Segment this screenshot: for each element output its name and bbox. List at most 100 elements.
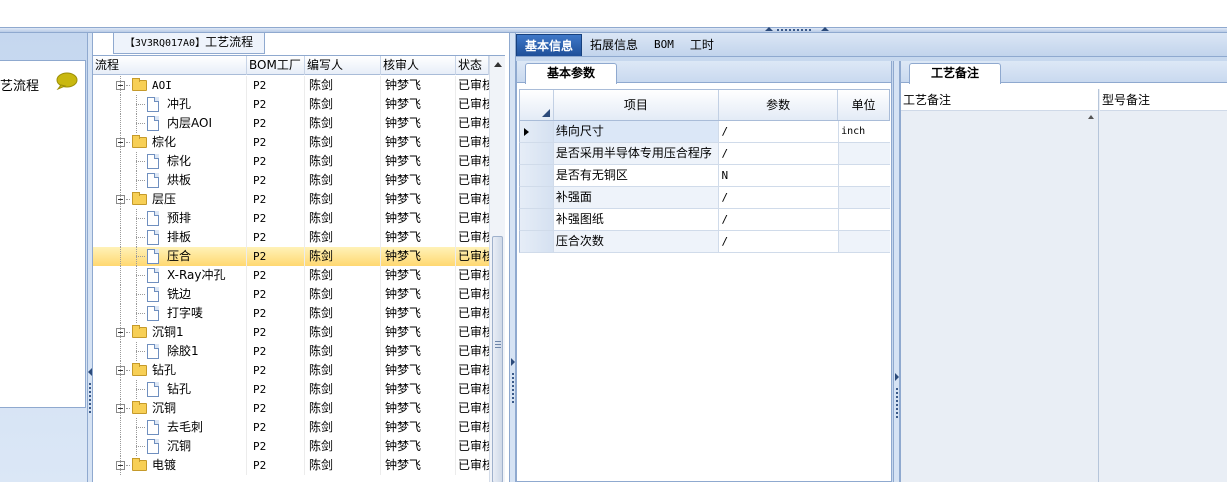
tree-node-label: X-Ray冲孔 — [167, 268, 226, 282]
tree-cell-status: 已审核 — [458, 401, 489, 415]
tree-cell-flow: 沉铜 — [93, 399, 247, 418]
collapse-right-icon[interactable] — [895, 373, 899, 381]
tree-node-label: 沉铜 — [167, 439, 192, 453]
process-tree-tab[interactable]: 【3V3RQ017A0】工艺流程 — [113, 33, 265, 54]
row-header[interactable] — [520, 121, 554, 142]
process-remark-scrollbar[interactable] — [1086, 111, 1098, 482]
row-header[interactable] — [520, 187, 554, 208]
tree-row[interactable]: 层压 P2 陈剑 钟梦飞 已审核 — [93, 190, 489, 209]
tree-row[interactable]: 排板 P2 陈剑 钟梦飞 已审核 — [93, 228, 489, 247]
process-remark-column[interactable]: 工艺备注 — [901, 89, 1099, 482]
tree-cell-status: 已审核 — [458, 287, 489, 301]
grip-dots-icon — [89, 383, 91, 413]
tree-row[interactable]: X-Ray冲孔 P2 陈剑 钟梦飞 已审核 — [93, 266, 489, 285]
tree-row[interactable]: 沉铜 P2 陈剑 钟梦飞 已审核 — [93, 399, 489, 418]
param-value-cell[interactable]: / — [719, 121, 840, 142]
tree-row[interactable]: 棕化 P2 陈剑 钟梦飞 已审核 — [93, 152, 489, 171]
collapse-up-icon[interactable] — [765, 27, 773, 31]
process-grid-scrollbar[interactable] — [489, 56, 505, 482]
column-header-reviewer[interactable]: 核审人 — [381, 56, 456, 75]
tree-cell-writer: 陈剑 — [305, 95, 381, 114]
tree-cell-bom-factory: P2 — [247, 228, 305, 247]
tree-connector — [120, 304, 121, 323]
tree-node-label: 烘板 — [167, 173, 192, 187]
left-nav-card[interactable]: 艺流程 — [0, 60, 86, 408]
param-value-cell[interactable]: / — [719, 143, 840, 164]
row-header[interactable] — [520, 231, 554, 252]
param-unit-cell[interactable] — [839, 187, 890, 208]
tab-extended-info[interactable]: 拓展信息 — [582, 34, 646, 56]
tree-row[interactable]: 钻孔 P2 陈剑 钟梦飞 已审核 — [93, 361, 489, 380]
param-row[interactable]: 是否有无铜区 N — [519, 165, 890, 187]
tab-work-hours[interactable]: 工时 — [682, 34, 722, 56]
param-row[interactable]: 补强图纸 / — [519, 209, 890, 231]
scroll-up-icon[interactable] — [1088, 115, 1094, 119]
param-value-cell[interactable]: / — [719, 209, 840, 230]
tab-basic-info[interactable]: 基本信息 — [516, 34, 583, 56]
column-header-item[interactable]: 项目 — [554, 90, 719, 120]
column-header-writer[interactable]: 编写人 — [305, 56, 381, 75]
tree-row[interactable]: 冲孔 P2 陈剑 钟梦飞 已审核 — [93, 95, 489, 114]
scroll-thumb[interactable] — [492, 236, 503, 482]
tree-row[interactable]: 电镀 P2 陈剑 钟梦飞 已审核 — [93, 456, 489, 475]
param-value-cell[interactable]: / — [719, 187, 840, 208]
tab-bom[interactable]: BOM — [646, 34, 682, 56]
tree-row[interactable]: 钻孔 P2 陈剑 钟梦飞 已审核 — [93, 380, 489, 399]
param-value-cell[interactable]: / — [719, 231, 840, 252]
column-header-param[interactable]: 参数 — [719, 90, 839, 120]
tree-row[interactable]: AOI P2 陈剑 钟梦飞 已审核 — [93, 76, 489, 95]
tree-row[interactable]: 打字唛 P2 陈剑 钟梦飞 已审核 — [93, 304, 489, 323]
tree-cell-flow: 预排 — [93, 209, 247, 228]
tree-connector — [136, 161, 145, 162]
tree-row[interactable]: 去毛刺 P2 陈剑 钟梦飞 已审核 — [93, 418, 489, 437]
left-nav-label: 艺流程 — [0, 79, 40, 94]
folder-icon — [132, 78, 147, 91]
tree-row[interactable]: 沉铜 P2 陈剑 钟梦飞 已审核 — [93, 437, 489, 456]
collapse-up-icon-right[interactable] — [821, 27, 829, 31]
column-header-status[interactable]: 状态 — [456, 56, 489, 75]
tree-row[interactable]: 除胶1 P2 陈剑 钟梦飞 已审核 — [93, 342, 489, 361]
param-row[interactable]: 补强面 / — [519, 187, 890, 209]
column-header-unit[interactable]: 单位 — [838, 90, 889, 120]
tree-row[interactable]: 烘板 P2 陈剑 钟梦飞 已审核 — [93, 171, 489, 190]
scroll-up-icon[interactable] — [494, 62, 502, 67]
param-unit-cell[interactable] — [839, 209, 890, 230]
column-header-flow[interactable]: 流程 — [93, 56, 247, 75]
column-header-bom-factory[interactable]: BOM工厂 — [247, 56, 305, 75]
collapse-right-icon[interactable] — [511, 358, 515, 366]
tree-row[interactable]: 沉铜1 P2 陈剑 钟梦飞 已审核 — [93, 323, 489, 342]
select-all-corner[interactable] — [520, 90, 554, 120]
tab-basic-params[interactable]: 基本参数 — [525, 63, 617, 84]
param-unit-cell[interactable] — [839, 165, 890, 186]
tree-cell-bom-factory: P2 — [247, 152, 305, 171]
tree-row[interactable]: 棕化 P2 陈剑 钟梦飞 已审核 — [93, 133, 489, 152]
param-unit-cell[interactable] — [839, 231, 890, 252]
tree-cell-status: 已审核 — [458, 249, 489, 263]
param-row[interactable]: 是否采用半导体专用压合程序 / — [519, 143, 890, 165]
tree-row[interactable]: 铣边 P2 陈剑 钟梦飞 已审核 — [93, 285, 489, 304]
folder-icon — [132, 401, 147, 414]
row-header[interactable] — [520, 165, 554, 186]
left-nav-panel: 艺流程 — [0, 33, 88, 482]
tree-cell-writer: 陈剑 — [305, 133, 381, 152]
process-remark-header: 工艺备注 — [901, 89, 1098, 111]
tree-row[interactable]: 内层AOI P2 陈剑 钟梦飞 已审核 — [93, 114, 489, 133]
tree-connector — [126, 370, 130, 371]
param-row[interactable]: 纬向尺寸 / inch — [519, 121, 890, 143]
param-value-cell[interactable]: N — [719, 165, 840, 186]
tree-cell-reviewer: 钟梦飞 — [381, 380, 456, 399]
param-unit-cell[interactable]: inch — [839, 121, 890, 142]
param-unit-cell[interactable] — [839, 143, 890, 164]
tab-process-remarks[interactable]: 工艺备注 — [909, 63, 1001, 84]
tree-row[interactable]: 压合 P2 陈剑 钟梦飞 已审核 — [93, 247, 489, 266]
middle-splitter[interactable] — [509, 33, 516, 482]
row-header[interactable] — [520, 143, 554, 164]
model-remark-column[interactable]: 型号备注 — [1100, 89, 1227, 482]
tree-row[interactable]: 预排 P2 陈剑 钟梦飞 已审核 — [93, 209, 489, 228]
row-header[interactable] — [520, 209, 554, 230]
detail-splitter[interactable] — [893, 61, 900, 482]
param-row[interactable]: 压合次数 / — [519, 231, 890, 253]
tree-cell-writer: 陈剑 — [305, 361, 381, 380]
collapse-left-icon[interactable] — [88, 368, 92, 376]
top-splitter-grip[interactable] — [765, 27, 829, 32]
